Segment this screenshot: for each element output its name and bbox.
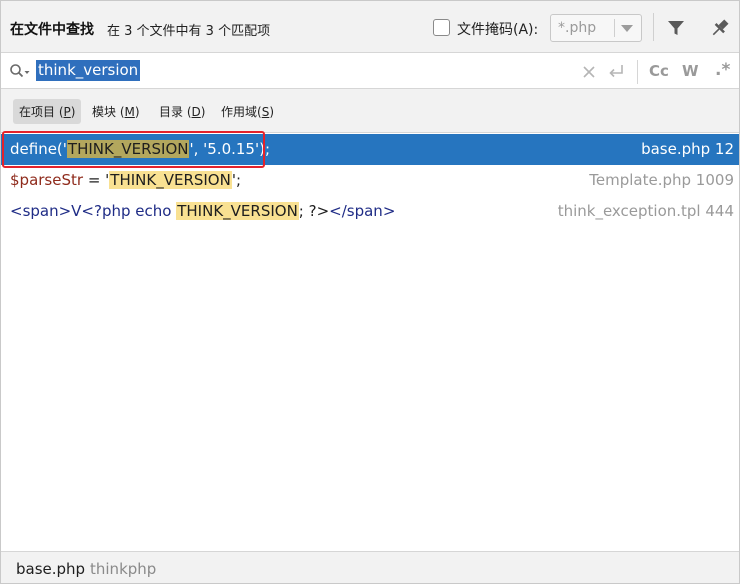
preview-footer: base.php thinkphp xyxy=(1,551,739,583)
result-location: Template.php 1009 xyxy=(589,171,734,189)
search-input[interactable]: think_version xyxy=(36,60,141,81)
find-in-files-dialog: 在文件中查找 在 3 个文件中有 3 个匹配项 文件掩码(A): *.php t… xyxy=(0,0,740,584)
combo-divider xyxy=(614,19,615,37)
match-highlight: THINK_VERSION xyxy=(176,202,299,220)
pin-icon[interactable] xyxy=(709,17,731,39)
tab-scope[interactable]: 作用域(S) xyxy=(215,99,280,124)
chevron-down-icon[interactable] xyxy=(621,25,633,32)
result-code: <span>V<?php echo THINK_VERSION; ?></spa… xyxy=(10,196,395,227)
result-row[interactable]: <span>V<?php echo THINK_VERSION; ?></spa… xyxy=(1,196,739,227)
result-location: think_exception.tpl 444 xyxy=(557,202,734,220)
tab-directory-mnemonic: D xyxy=(191,105,201,119)
tab-module-label: 模块 xyxy=(92,105,117,119)
code-text: define(' xyxy=(10,140,67,158)
header-divider xyxy=(653,13,654,41)
match-case-icon[interactable]: Cc xyxy=(649,62,669,80)
code-text: ; ?> xyxy=(298,202,330,220)
match-highlight: THINK_VERSION xyxy=(66,140,190,158)
filter-icon[interactable] xyxy=(666,18,686,38)
tab-scope-label: 作用域 xyxy=(221,105,258,119)
code-text: '; xyxy=(231,171,242,189)
result-code: $parseStr = 'THINK_VERSION'; xyxy=(10,165,241,196)
clear-icon[interactable] xyxy=(581,62,597,80)
dialog-title: 在文件中查找 xyxy=(10,22,94,38)
code-keyword: php echo xyxy=(101,202,172,220)
dialog-header: 在文件中查找 在 3 个文件中有 3 个匹配项 文件掩码(A): *.php xyxy=(1,1,739,53)
code-tag: <span>V<? xyxy=(10,202,102,220)
search-divider xyxy=(637,60,638,84)
result-row[interactable]: $parseStr = 'THINK_VERSION'; Template.ph… xyxy=(1,165,739,196)
code-variable: $parseStr xyxy=(10,171,84,189)
search-bar: think_version Cc W .* xyxy=(1,53,739,89)
tab-directory-label: 目录 xyxy=(159,105,184,119)
file-mask-checkbox[interactable] xyxy=(433,19,450,36)
scope-tabs: 在项目 (P) 模块 (M) 目录 (D) 作用域(S) xyxy=(1,89,739,133)
tab-in-project-mnemonic: P xyxy=(63,105,71,119)
tab-directory[interactable]: 目录 (D) xyxy=(153,99,211,124)
tab-module[interactable]: 模块 (M) xyxy=(86,99,146,124)
match-count: 在 3 个文件中有 3 个匹配项 xyxy=(107,24,271,39)
match-highlight: THINK_VERSION xyxy=(109,171,232,189)
code-text: = ' xyxy=(83,171,110,189)
file-mask-value: *.php xyxy=(558,20,597,36)
new-line-icon[interactable] xyxy=(607,62,625,80)
tab-in-project-label: 在项目 xyxy=(19,105,56,119)
result-location: base.php 12 xyxy=(641,140,734,158)
code-text: ', '5.0.15'); xyxy=(189,140,271,158)
regex-icon[interactable]: .* xyxy=(715,60,730,80)
code-tag: </span> xyxy=(329,202,396,220)
tab-in-project[interactable]: 在项目 (P) xyxy=(13,99,82,124)
preview-directory: thinkphp xyxy=(90,560,157,578)
tab-module-mnemonic: M xyxy=(124,105,135,119)
file-mask-combobox[interactable]: *.php xyxy=(550,14,642,42)
file-mask-label[interactable]: 文件掩码(A): xyxy=(457,19,538,39)
search-history-icon[interactable] xyxy=(9,63,31,79)
preview-file-name: base.php xyxy=(16,560,86,578)
whole-words-icon[interactable]: W xyxy=(682,62,699,80)
result-row[interactable]: define('THINK_VERSION', '5.0.15'); base.… xyxy=(1,134,739,165)
result-code: define('THINK_VERSION', '5.0.15'); xyxy=(10,134,270,165)
results-list: define('THINK_VERSION', '5.0.15'); base.… xyxy=(1,131,739,551)
tab-scope-mnemonic: S xyxy=(261,105,270,119)
